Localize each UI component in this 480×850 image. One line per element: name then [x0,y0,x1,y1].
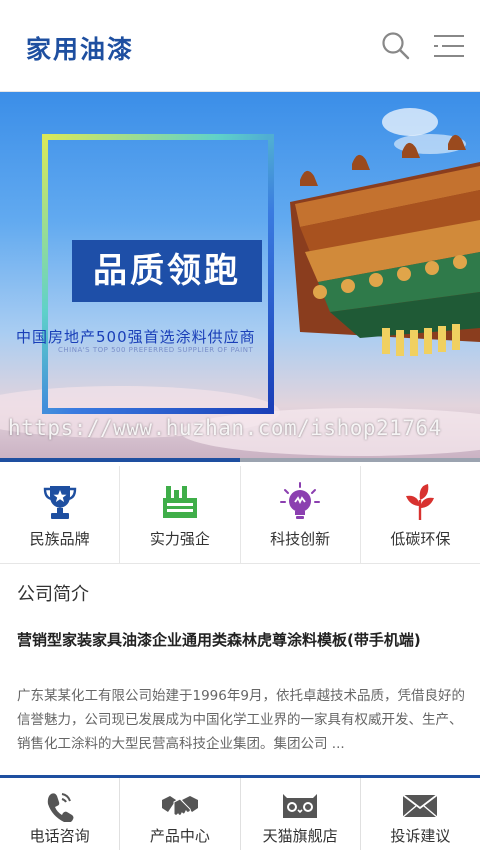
bottom-nav: 电话咨询 产品中心 天猫旗舰店 投诉建议 [0,775,480,850]
section-title: 公司简介 [17,584,89,605]
feature-item-strength[interactable]: 实力强企 [120,466,241,563]
nav-item-phone[interactable]: 电话咨询 [0,778,121,850]
feature-label: 民族品牌 [29,530,90,548]
watermark-url: https://www.huzhan.com/ishop21764 [8,416,442,440]
feature-label: 实力强企 [149,530,210,548]
feature-label: 低碳环保 [390,530,451,548]
trophy-icon [43,486,76,519]
phone-icon [47,793,74,822]
about-article-title[interactable]: 营销型家装家具油漆企业通用类森林虎尊涂料模板(带手机端) [17,630,467,651]
nav-label: 产品中心 [149,827,210,845]
about-summary: 广东某某化工有限公司始建于1996年9月，依托卓越技术品质，凭借良好的信誉魅力，… [17,688,465,752]
handshake-icon [161,796,198,816]
feature-label: 科技创新 [270,530,331,548]
mail-icon [402,794,438,818]
nav-label: 投诉建议 [390,827,451,845]
sprout-icon [406,484,435,520]
menu-icon[interactable] [432,30,466,62]
nav-label: 电话咨询 [29,827,90,845]
factory-icon [162,486,197,518]
search-icon[interactable] [380,30,412,62]
site-logo[interactable]: 家用油漆 [26,30,134,66]
feature-item-eco[interactable]: 低碳环保 [361,466,480,563]
tmall-icon [283,794,318,818]
slide-progress-track [0,458,480,462]
top-header: 家用油漆 [0,0,480,92]
nav-label: 天猫旗舰店 [262,827,338,845]
feature-grid: 民族品牌 实力强企 科技创新 低碳环保 [0,466,480,564]
banner-subline-en: CHINA'S TOP 500 PREFERRED SUPPLIER OF PA… [58,346,254,354]
nav-item-products[interactable]: 产品中心 [120,778,241,850]
banner-headline: 品质领跑 [72,240,262,302]
slide-progress-fill [0,458,240,462]
banner-subline: 中国房地产500强首选涂料供应商 [16,328,256,346]
hero-banner[interactable]: 品质领跑 中国房地产500强首选涂料供应商 CHINA'S TOP 500 PR… [0,92,480,462]
lightbulb-icon [280,482,321,519]
feature-item-brand[interactable]: 民族品牌 [0,466,121,563]
nav-item-feedback[interactable]: 投诉建议 [361,778,480,850]
feature-item-innovation[interactable]: 科技创新 [241,466,361,563]
nav-item-tmall[interactable]: 天猫旗舰店 [241,778,361,850]
